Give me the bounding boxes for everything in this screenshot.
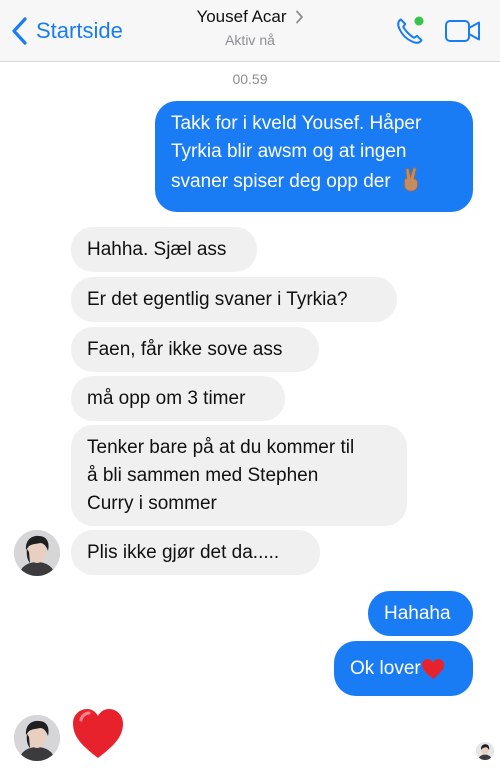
message-text: må opp om 3 timer [87, 387, 246, 409]
seen-indicator-avatar [476, 742, 494, 760]
incoming-message[interactable]: må opp om 3 timer [71, 376, 285, 421]
back-label: Startside [36, 18, 123, 43]
message-timestamp: 00.59 [232, 71, 268, 87]
outgoing-message[interactable]: Takk for i kveld Yousef. Håper Tyrkia bl… [155, 101, 473, 212]
message-line: Tyrkia blir awsm og at ingen [171, 141, 407, 162]
message-line: Curry i sommer [87, 493, 217, 514]
chevron-left-icon [12, 17, 27, 45]
red-heart-emoji-icon [73, 709, 123, 758]
heart-reaction[interactable] [70, 705, 126, 761]
conversation-header: Startside Yousef Acar Aktiv nå [0, 0, 500, 62]
message-text: Ok lover [350, 657, 421, 679]
video-camera-icon [445, 20, 480, 42]
back-button[interactable]: Startside [10, 16, 123, 46]
victory-hand-emoji-icon [404, 167, 418, 192]
contact-avatar[interactable] [14, 530, 60, 576]
message-text: Er det egentlig svaner i Tyrkia? [87, 288, 348, 310]
person-photo-icon [14, 715, 60, 761]
person-photo-icon [476, 742, 494, 760]
message-text: Hahaha [384, 602, 451, 624]
incoming-message[interactable]: Faen, får ikke sove ass [71, 327, 319, 372]
call-button[interactable] [393, 14, 427, 48]
contact-avatar[interactable] [14, 715, 60, 761]
incoming-message[interactable]: Plis ikke gjør det da..... [71, 530, 320, 575]
chevron-right-icon [295, 10, 303, 24]
message-line: svaner spiser deg opp der [171, 166, 424, 196]
contact-name: Yousef Acar [196, 7, 287, 26]
phone-icon [397, 16, 424, 44]
contact-info-button[interactable]: Yousef Acar Aktiv nå [150, 7, 350, 48]
message-text: Hahha. Sjæl ass [87, 238, 227, 260]
message-line-text: svaner spiser deg opp der [171, 171, 391, 192]
active-status: Aktiv nå [225, 32, 275, 48]
message-text: Faen, får ikke sove ass [87, 338, 283, 360]
message-line: å bli sammen med Stephen [87, 465, 319, 486]
message-text: Plis ikke gjør det da..... [87, 541, 280, 563]
red-heart-emoji-icon [421, 658, 444, 679]
incoming-message[interactable]: Tenker bare på at du kommer til å bli sa… [71, 425, 407, 526]
incoming-message[interactable]: Er det egentlig svaner i Tyrkia? [71, 277, 397, 322]
message-line: Tenker bare på at du kommer til [87, 437, 355, 458]
outgoing-message[interactable]: Ok lover [334, 641, 473, 696]
person-photo-icon [14, 530, 60, 576]
video-call-button[interactable] [444, 18, 482, 44]
incoming-message[interactable]: Hahha. Sjæl ass [71, 227, 257, 272]
message-line: Takk for i kveld Yousef. Håper [171, 113, 422, 134]
outgoing-message[interactable]: Hahaha [368, 591, 473, 636]
